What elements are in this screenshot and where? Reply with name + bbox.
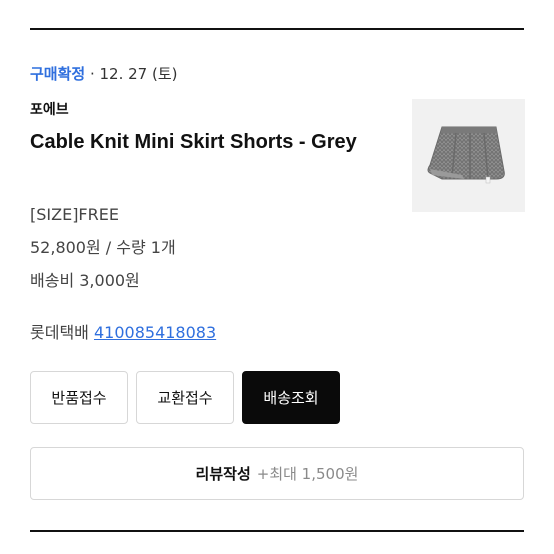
product-thumbnail[interactable]: [412, 99, 525, 212]
delivery-tracking-button[interactable]: 배송조회: [242, 371, 340, 424]
skirt-shorts-icon: [427, 126, 505, 184]
product-name[interactable]: Cable Knit Mini Skirt Shorts - Grey: [30, 126, 390, 159]
order-date: 12. 27 (토): [99, 65, 178, 83]
order-status-label: 구매확정: [30, 65, 86, 83]
shipping-fee: 배송비 3,000원: [30, 271, 140, 290]
order-status-line: 구매확정 · 12. 27 (토): [30, 64, 178, 84]
write-review-label: 리뷰작성: [195, 465, 251, 483]
product-option: [SIZE]FREE: [30, 205, 119, 224]
price-quantity: 52,800원 / 수량 1개: [30, 238, 176, 257]
bottom-divider: [30, 530, 524, 532]
brand-name[interactable]: 포에브: [30, 101, 69, 119]
courier-info: 롯데택배 410085418083: [30, 322, 216, 344]
write-review-button[interactable]: 리뷰작성 +최대 1,500원: [30, 447, 524, 500]
status-separator: ·: [85, 65, 100, 83]
review-reward-text: +최대 1,500원: [256, 465, 359, 483]
exchange-request-button[interactable]: 교환접수: [136, 371, 234, 424]
top-divider: [30, 28, 524, 30]
tracking-number-link[interactable]: 410085418083: [94, 323, 216, 342]
courier-name: 롯데택배: [30, 323, 89, 342]
return-request-button[interactable]: 반품접수: [30, 371, 128, 424]
